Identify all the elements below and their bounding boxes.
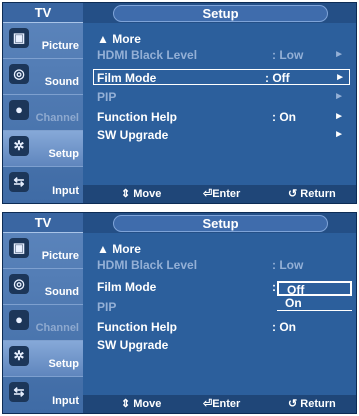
picture-icon: ▣ — [9, 238, 29, 258]
sound-icon: ◎ — [9, 64, 29, 84]
menu-item-label: Function Help — [97, 110, 177, 124]
move-hint: ⇕ Move — [121, 188, 162, 200]
key-hint-bar: ⇕ Move ⏎Enter ↺ Return — [83, 185, 356, 203]
dropdown-option-off[interactable]: Off — [277, 281, 352, 297]
sidebar-item-label: Setup — [48, 358, 79, 370]
arrow-right-icon: ► — [334, 111, 344, 122]
menu-item-label: SW Upgrade — [97, 338, 169, 352]
menu-item-value: : Low — [272, 258, 304, 272]
tv-header: TV — [3, 3, 83, 23]
menu-item-hdmi-black-level[interactable]: HDMI Black Level : Low — [97, 257, 348, 273]
page-title: Setup — [113, 5, 328, 22]
sidebar-item-channel[interactable]: ● Channel — [3, 305, 83, 341]
menu-item-pip[interactable]: PIP ► — [97, 89, 348, 105]
menu-item-hdmi-black-level[interactable]: HDMI Black Level : Low ► — [97, 47, 348, 63]
arrow-right-icon: ► — [334, 91, 344, 102]
sidebar-item-label: Sound — [44, 76, 79, 88]
sidebar-item-setup[interactable]: ✲ Setup — [3, 131, 83, 167]
film-mode-dropdown: Off On — [277, 281, 352, 311]
sidebar-item-label: Input — [52, 185, 79, 197]
menu-item-label: HDMI Black Level — [97, 48, 198, 62]
menu-item-label: SW Upgrade — [97, 128, 169, 142]
move-hint: ⇕ Move — [121, 398, 162, 410]
sidebar-item-input[interactable]: ⇆ Input — [3, 377, 83, 413]
arrow-right-icon: ► — [335, 72, 345, 83]
title-bar: Setup — [83, 213, 356, 233]
menu-content: Setup ▲ More HDMI Black Level : Low Film… — [83, 213, 356, 413]
sidebar-item-label: Channel — [35, 322, 79, 334]
menu-item-value: : Low — [272, 48, 304, 62]
sound-icon: ◎ — [9, 274, 29, 294]
setup-icon: ✲ — [9, 346, 29, 366]
category-sidebar: TV ▣ Picture ◎ Sound ● Channel ✲ Setup ⇆… — [3, 3, 83, 203]
page-title: Setup — [113, 215, 328, 232]
sidebar-item-label: Picture — [41, 250, 79, 262]
menu-item-label: Film Mode — [97, 280, 157, 294]
menu-item-function-help[interactable]: Function Help : On — [97, 319, 348, 335]
sidebar-item-input[interactable]: ⇆ Input — [3, 167, 83, 203]
menu-item-label: HDMI Black Level — [97, 258, 198, 272]
dropdown-option-on[interactable]: On — [277, 296, 352, 311]
menu-item-label: ▲ More — [97, 242, 141, 256]
menu-item-value: : — [272, 280, 276, 294]
sidebar-item-label: Channel — [35, 112, 79, 124]
menu-item-value: : On — [272, 320, 296, 334]
menu-item-label: Film Mode — [97, 71, 157, 85]
key-hint-bar: ⇕ Move ⏎Enter ↺ Return — [83, 395, 356, 413]
category-sidebar: TV ▣ Picture ◎ Sound ● Channel ✲ Setup ⇆… — [3, 213, 83, 413]
setup-icon: ✲ — [9, 136, 29, 156]
menu-item-more[interactable]: ▲ More — [97, 241, 348, 257]
return-hint: ↺ Return — [288, 398, 336, 410]
tv-header: TV — [3, 213, 83, 233]
menu-item-sw-upgrade[interactable]: SW Upgrade ► — [97, 127, 348, 143]
enter-hint: ⏎Enter — [203, 188, 241, 200]
sidebar-item-picture[interactable]: ▣ Picture — [3, 233, 83, 269]
setup-menu-panel: TV ▣ Picture ◎ Sound ● Channel ✲ Setup ⇆… — [2, 2, 357, 204]
menu-item-value: : On — [272, 110, 296, 124]
menu-content: Setup ▲ More HDMI Black Level : Low ► Fi… — [83, 3, 356, 203]
menu-item-label: Function Help — [97, 320, 177, 334]
sidebar-item-channel[interactable]: ● Channel — [3, 95, 83, 131]
menu-item-label: PIP — [97, 300, 117, 314]
title-bar: Setup — [83, 3, 356, 23]
menu-item-label: ▲ More — [97, 32, 141, 46]
menu-item-function-help[interactable]: Function Help : On ► — [97, 109, 348, 125]
menu-item-label: PIP — [97, 90, 117, 104]
channel-icon: ● — [9, 100, 29, 120]
sidebar-item-label: Input — [52, 395, 79, 407]
menu-item-value: : Off — [265, 71, 290, 85]
sidebar-item-sound[interactable]: ◎ Sound — [3, 59, 83, 95]
menu-item-film-mode[interactable]: Film Mode : Off ► — [93, 69, 350, 85]
enter-hint: ⏎Enter — [203, 398, 241, 410]
sidebar-item-setup[interactable]: ✲ Setup — [3, 341, 83, 377]
sidebar-item-label: Picture — [41, 40, 79, 52]
picture-icon: ▣ — [9, 28, 29, 48]
menu-item-more[interactable]: ▲ More — [97, 31, 348, 47]
menu-item-sw-upgrade[interactable]: SW Upgrade — [97, 337, 348, 353]
sidebar-item-picture[interactable]: ▣ Picture — [3, 23, 83, 59]
setup-menu-panel: TV ▣ Picture ◎ Sound ● Channel ✲ Setup ⇆… — [2, 212, 357, 414]
channel-icon: ● — [9, 310, 29, 330]
input-icon: ⇆ — [9, 172, 29, 192]
return-hint: ↺ Return — [288, 188, 336, 200]
sidebar-item-sound[interactable]: ◎ Sound — [3, 269, 83, 305]
sidebar-item-label: Sound — [44, 286, 79, 298]
sidebar-item-label: Setup — [48, 148, 79, 160]
arrow-right-icon: ► — [334, 129, 344, 140]
arrow-right-icon: ► — [334, 49, 344, 60]
input-icon: ⇆ — [9, 382, 29, 402]
